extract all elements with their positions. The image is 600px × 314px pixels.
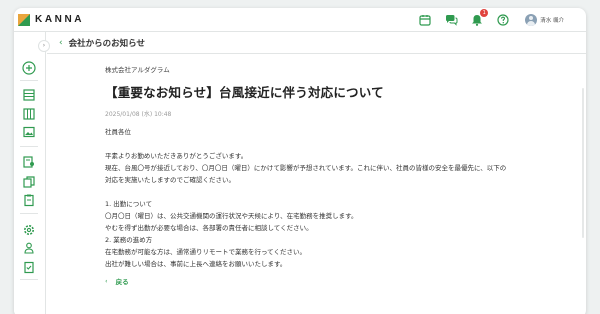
avatar bbox=[525, 14, 538, 26]
top-icons: 1 清水 颯介 bbox=[407, 9, 564, 28]
announcement-detail: 株式会社アルダグラム 【重要なお知らせ】台風接近に伴う対応について 2025/0… bbox=[105, 64, 565, 286]
person-icon[interactable] bbox=[22, 240, 36, 254]
body-line: 出社が難しい場合は、事前に上長へ連絡をお願いいたします。 bbox=[105, 260, 287, 268]
body-line: 対応を実施いたしますのでご確認ください。 bbox=[105, 176, 235, 184]
back-link[interactable]: ‹ 戻る bbox=[105, 276, 565, 286]
body-line: 現在、台風〇号が接近しており、〇月〇日（曜日）にかけて影響が予想されています。こ… bbox=[105, 164, 507, 172]
body-line: 平素よりお勤めいただきありがとうございます。 bbox=[105, 152, 248, 160]
chevron-left-icon[interactable]: ‹ bbox=[59, 38, 63, 48]
checklist-icon[interactable] bbox=[22, 259, 36, 274]
columns-icon[interactable] bbox=[22, 106, 36, 120]
body-line bbox=[105, 138, 565, 150]
notification-badge: 1 bbox=[480, 9, 489, 17]
user-card-icon[interactable] bbox=[22, 154, 36, 168]
main-content: ‹ 会社からのお知らせ 株式会社アルダグラム 【重要なお知らせ】台風接近に伴う対… bbox=[47, 32, 586, 314]
table-icon[interactable] bbox=[22, 87, 36, 101]
user-name: 清水 颯介 bbox=[540, 18, 564, 24]
announcement-title: 【重要なお知らせ】台風接近に伴う対応について bbox=[105, 85, 384, 100]
chevron-left-icon: ‹ bbox=[105, 277, 108, 285]
user-menu[interactable]: 清水 颯介 bbox=[525, 14, 564, 26]
sidebar-divider bbox=[20, 213, 38, 214]
body-line: 社員各位 bbox=[105, 128, 131, 136]
posted-datetime: 2025/01/08 (水) 10:48 bbox=[105, 111, 172, 118]
body-line: 在宅勤務が可能な方は、通常通りリモートで業務を行ってください。 bbox=[105, 248, 306, 256]
logo-text: KANNA bbox=[35, 14, 85, 25]
chat-icon[interactable] bbox=[443, 12, 459, 28]
body-line: やむを得ず出勤が必要な場合は、各部署の責任者に相談してください。 bbox=[105, 224, 313, 232]
company-name: 株式会社アルダグラム bbox=[105, 66, 170, 74]
gear-icon[interactable] bbox=[22, 222, 36, 236]
page-header: ‹ 会社からのお知らせ bbox=[47, 32, 586, 54]
clipboard-icon[interactable] bbox=[22, 192, 36, 207]
top-bar: KANNA 1 清水 颯介 bbox=[14, 8, 586, 32]
body-line bbox=[105, 186, 565, 198]
kanna-logo[interactable]: KANNA bbox=[18, 13, 85, 26]
sidebar: › bbox=[14, 32, 50, 314]
bell-icon[interactable]: 1 bbox=[469, 9, 489, 28]
copy-docs-icon[interactable] bbox=[22, 174, 36, 188]
sidebar-divider bbox=[20, 80, 38, 81]
back-label: 戻る bbox=[115, 278, 129, 286]
calendar-icon[interactable] bbox=[417, 12, 433, 28]
sidebar-divider bbox=[20, 146, 38, 147]
logo-mark-icon bbox=[18, 13, 30, 26]
page-title: 会社からのお知らせ bbox=[68, 38, 145, 49]
app-window: KANNA 1 清水 颯介 › ‹ 会社からのお知らせ 株式会社アルダグラム 【… bbox=[14, 8, 586, 314]
sidebar-divider bbox=[20, 279, 38, 280]
body-line: 1. 出勤について bbox=[105, 200, 153, 208]
help-icon[interactable] bbox=[495, 12, 511, 28]
body-line: 2. 業務の進め方 bbox=[105, 236, 153, 244]
plus-circle-icon[interactable] bbox=[22, 60, 36, 75]
body-line: 〇月〇日（曜日）は、公共交通機関の運行状況や天候により、在宅勤務を推奨します。 bbox=[105, 212, 358, 220]
image-icon[interactable] bbox=[22, 124, 36, 138]
scrollbar[interactable] bbox=[582, 88, 584, 238]
